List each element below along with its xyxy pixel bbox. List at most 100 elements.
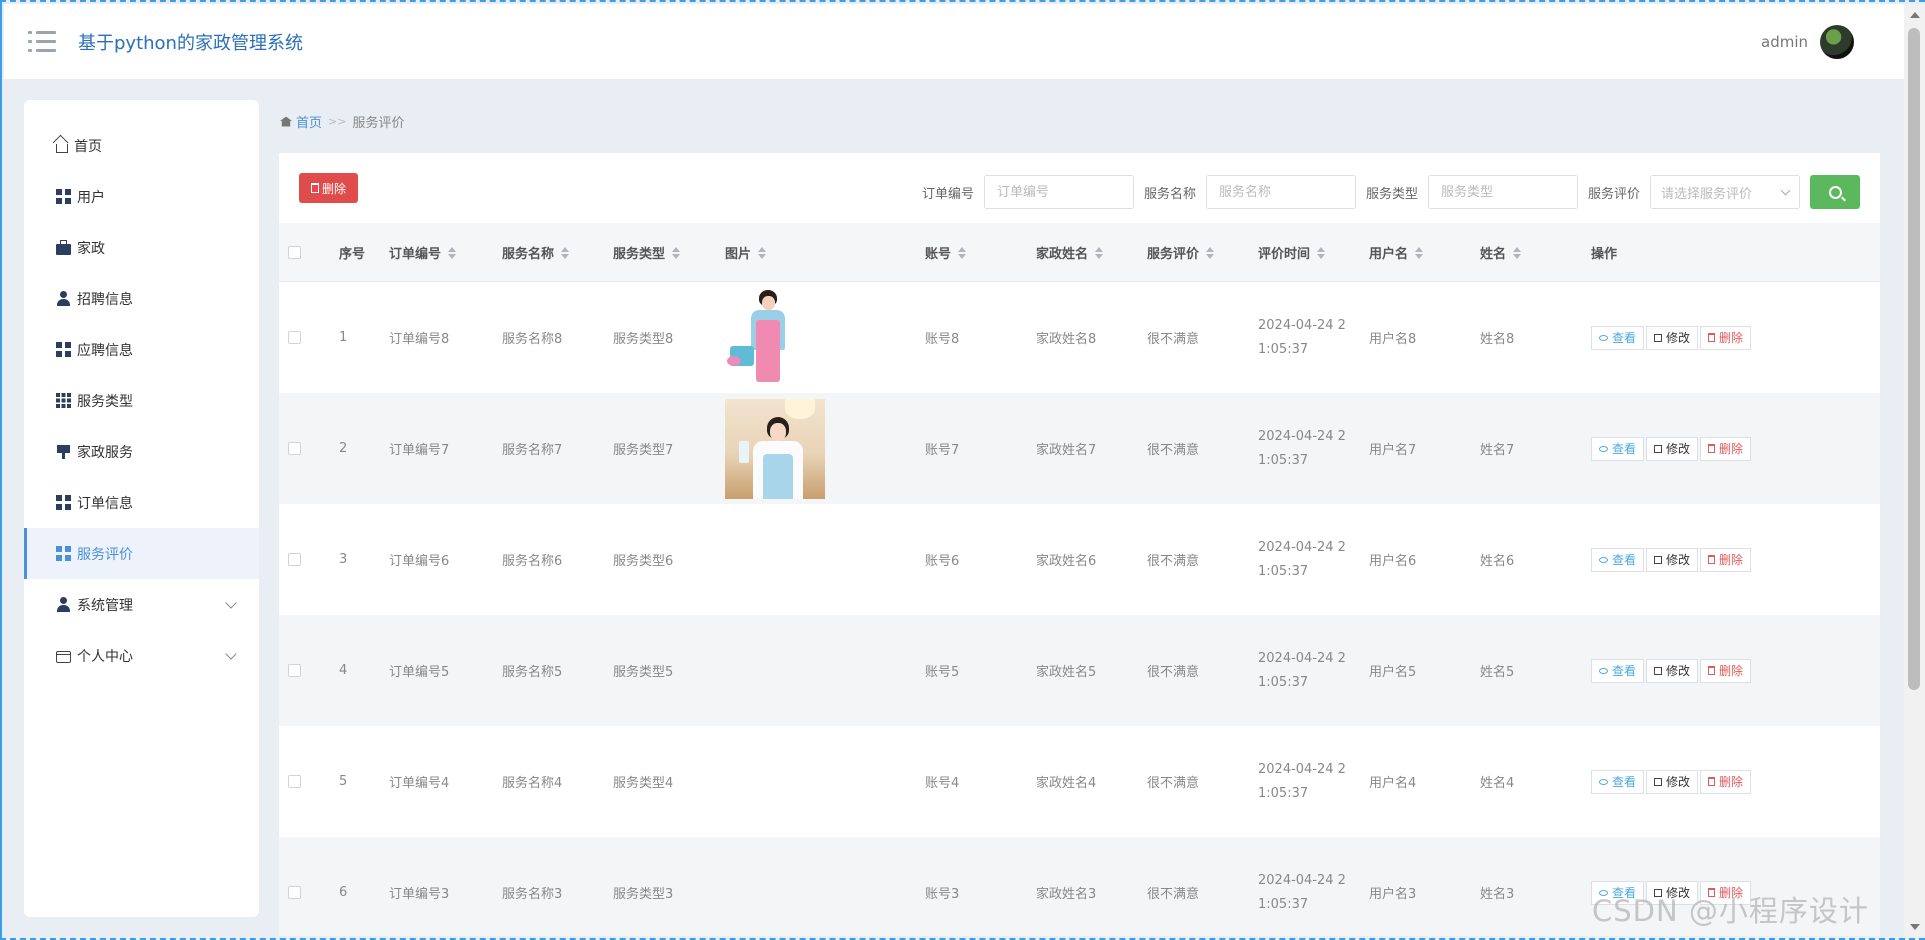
edit-button[interactable]: 修改	[1646, 658, 1699, 683]
grid-icon	[56, 495, 71, 510]
row-checkbox-cell[interactable]	[288, 282, 301, 393]
sidebar-item-recruitment[interactable]: 招聘信息	[24, 273, 259, 324]
sidebar-item-profile[interactable]: 个人中心	[24, 630, 259, 681]
row-checkbox[interactable]	[288, 775, 301, 788]
cell-time: 2024-04-24 2 1:05:37	[1258, 282, 1358, 393]
delete-button[interactable]: 删除	[1700, 769, 1752, 794]
select-all-cell[interactable]	[288, 223, 301, 282]
col-service-name[interactable]: 服务名称	[502, 223, 570, 282]
cell-realname: 姓名6	[1480, 554, 1515, 569]
sidebar-item-label: 服务评价	[77, 546, 133, 563]
service-type-input[interactable]	[1427, 175, 1578, 209]
col-username[interactable]: 用户名	[1369, 223, 1424, 282]
cell-index: 4	[339, 663, 348, 678]
sidebar-item-label: 家政服务	[77, 444, 133, 461]
sort-icon[interactable]	[1317, 246, 1326, 259]
vertical-scrollbar[interactable]	[1904, 4, 1925, 936]
service-name-input[interactable]	[1205, 175, 1356, 209]
view-button[interactable]: 查看	[1591, 769, 1645, 794]
sort-icon[interactable]	[1206, 246, 1215, 259]
row-checkbox-cell[interactable]	[288, 615, 301, 726]
table-row: 5 订单编号4 服务名称4 服务类型4 账号4 家政姓名4 很不满意 2024-…	[279, 726, 1880, 837]
sort-icon[interactable]	[1415, 246, 1424, 259]
rating-select[interactable]: 请选择服务评价	[1650, 175, 1800, 209]
row-checkbox[interactable]	[288, 664, 301, 677]
sidebar-item-services[interactable]: 家政服务	[24, 426, 259, 477]
cell-image	[725, 282, 825, 393]
row-checkbox-cell[interactable]	[288, 837, 301, 936]
breadcrumb-home-link[interactable]: 首页	[296, 112, 322, 131]
edit-button[interactable]: 修改	[1646, 325, 1699, 350]
edit-button[interactable]: 修改	[1646, 436, 1699, 461]
col-order[interactable]: 订单编号	[389, 223, 457, 282]
col-time-label: 评价时间	[1258, 247, 1311, 262]
col-time[interactable]: 评价时间	[1258, 223, 1326, 282]
col-worker[interactable]: 家政姓名	[1036, 223, 1104, 282]
sidebar-item-orders[interactable]: 订单信息	[24, 477, 259, 528]
sort-icon[interactable]	[958, 246, 967, 259]
col-image[interactable]: 图片	[725, 223, 767, 282]
col-account[interactable]: 账号	[925, 223, 967, 282]
sort-icon[interactable]	[1513, 246, 1522, 259]
delete-button[interactable]: 删除	[1700, 547, 1752, 572]
col-index: 序号	[339, 223, 365, 282]
order-input[interactable]	[983, 175, 1134, 209]
row-checkbox-cell[interactable]	[288, 726, 301, 837]
scroll-down-arrow-icon[interactable]	[1910, 924, 1920, 930]
row-checkbox-cell[interactable]	[288, 393, 301, 504]
sidebar-item-housekeeping[interactable]: 家政	[24, 222, 259, 273]
delete-button[interactable]: 删除	[1700, 658, 1752, 683]
user-name[interactable]: admin	[1761, 33, 1808, 51]
scrollbar-thumb[interactable]	[1908, 28, 1920, 690]
sort-icon[interactable]	[561, 246, 570, 259]
cell-index: 5	[339, 774, 348, 789]
edit-button[interactable]: 修改	[1646, 769, 1699, 794]
sort-icon[interactable]	[758, 246, 767, 259]
search-bar: 订单编号 服务名称 服务类型 服务评价 请选择服务评价	[922, 175, 1860, 209]
watermark: CSDN @小程序设计	[1592, 894, 1869, 928]
delete-button[interactable]: 删除	[1700, 436, 1752, 461]
edit-label: 修改	[1666, 775, 1691, 789]
select-all-checkbox[interactable]	[288, 246, 301, 259]
row-checkbox-cell[interactable]	[288, 504, 301, 615]
sidebar-item-service-types[interactable]: 服务类型	[24, 375, 259, 426]
sidebar-item-applications[interactable]: 应聘信息	[24, 324, 259, 375]
cell-order: 订单编号5	[389, 665, 450, 680]
menu-toggle-icon[interactable]	[28, 30, 58, 54]
cell-time: 2024-04-24 2 1:05:37	[1258, 393, 1358, 504]
delete-button[interactable]: 删除	[1700, 325, 1752, 350]
cell-account: 账号8	[925, 332, 960, 347]
col-rating[interactable]: 服务评价	[1147, 223, 1215, 282]
col-realname[interactable]: 姓名	[1480, 223, 1522, 282]
sidebar-item-home[interactable]: 首页	[24, 120, 259, 171]
search-button[interactable]	[1810, 175, 1860, 209]
scroll-up-arrow-icon[interactable]	[1910, 12, 1920, 18]
sort-icon[interactable]	[1095, 246, 1104, 259]
sort-icon[interactable]	[448, 246, 457, 259]
bulk-delete-button[interactable]: 删除	[299, 173, 358, 203]
sidebar-item-reviews[interactable]: 服务评价	[24, 528, 259, 579]
row-checkbox[interactable]	[288, 553, 301, 566]
cell-account: 账号4	[925, 776, 960, 791]
sidebar-item-users[interactable]: 用户	[24, 171, 259, 222]
view-button[interactable]: 查看	[1591, 436, 1645, 461]
service-name-label: 服务名称	[1143, 186, 1196, 202]
sidebar-item-system[interactable]: 系统管理	[24, 579, 259, 630]
row-checkbox[interactable]	[288, 442, 301, 455]
sort-icon[interactable]	[672, 246, 681, 259]
sidebar-item-label: 首页	[74, 138, 102, 155]
edit-label: 修改	[1666, 442, 1691, 456]
view-button[interactable]: 查看	[1591, 547, 1645, 572]
user-area[interactable]: admin	[1761, 4, 1854, 79]
view-button[interactable]: 查看	[1591, 658, 1645, 683]
edit-button[interactable]: 修改	[1646, 547, 1699, 572]
avatar[interactable]	[1820, 24, 1854, 59]
delete-label: 删除	[1719, 664, 1744, 678]
housekeeper-photo[interactable]	[725, 287, 825, 388]
housekeeper-photo[interactable]	[725, 398, 825, 499]
view-button[interactable]: 查看	[1591, 325, 1645, 350]
cell-worker: 家政姓名5	[1036, 665, 1097, 680]
row-checkbox[interactable]	[288, 331, 301, 344]
row-checkbox[interactable]	[288, 886, 301, 899]
col-service-type[interactable]: 服务类型	[613, 223, 681, 282]
